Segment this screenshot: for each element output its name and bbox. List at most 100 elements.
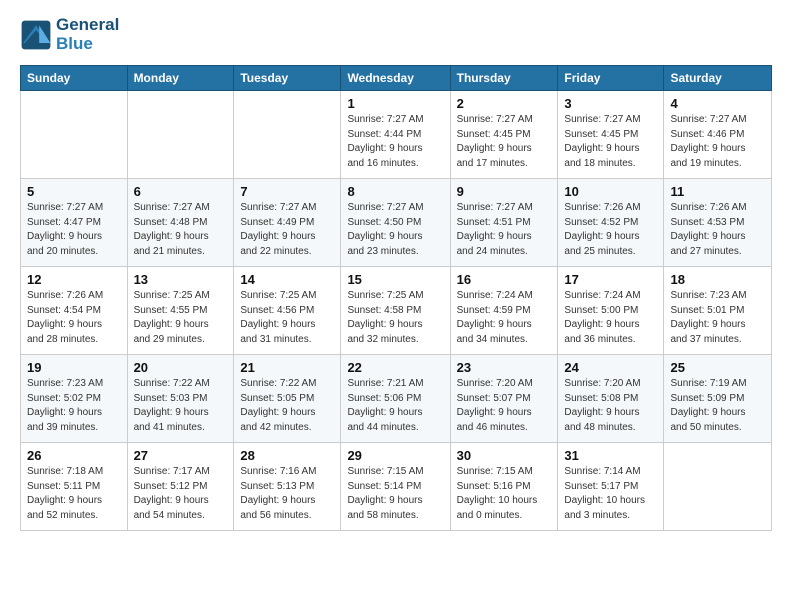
calendar-cell: 9 Sunrise: 7:27 AM Sunset: 4:51 PM Daylig… [450, 179, 558, 267]
calendar-cell: 26 Sunrise: 7:18 AM Sunset: 5:11 PM Dayli… [21, 443, 128, 531]
weekday-header: Tuesday [234, 66, 341, 91]
calendar-cell: 8 Sunrise: 7:27 AM Sunset: 4:50 PM Daylig… [341, 179, 450, 267]
calendar-cell: 2Sunrise: 7:27 AM Sunset: 4:45 PM Daylig… [450, 91, 558, 179]
day-number: 11 [670, 184, 765, 199]
calendar-cell: 16Sunrise: 7:24 AM Sunset: 4:59 PM Dayli… [450, 267, 558, 355]
calendar-cell: 3Sunrise: 7:27 AM Sunset: 4:45 PM Daylig… [558, 91, 664, 179]
day-number: 5 [27, 184, 121, 199]
calendar-cell: 6 Sunrise: 7:27 AM Sunset: 4:48 PM Daylig… [127, 179, 234, 267]
day-info: Sunrise: 7:24 AM Sunset: 5:00 PM Dayligh… [564, 289, 657, 347]
logo: General Blue [20, 16, 119, 53]
day-info: Sunrise: 7:26 AM Sunset: 4:52 PM Dayligh… [564, 201, 657, 259]
calendar-header: SundayMondayTuesdayWednesdayThursdayFrid… [21, 66, 772, 91]
calendar-cell: 13Sunrise: 7:25 AM Sunset: 4:55 PM Dayli… [127, 267, 234, 355]
calendar-cell: 27 Sunrise: 7:17 AM Sunset: 5:12 PM Dayli… [127, 443, 234, 531]
calendar-cell: 4 Sunrise: 7:27 AM Sunset: 4:46 PM Daylig… [664, 91, 772, 179]
calendar-week-row: 1Sunrise: 7:27 AM Sunset: 4:44 PM Daylig… [21, 91, 772, 179]
day-info: Sunrise: 7:19 AM Sunset: 5:09 PM Dayligh… [670, 377, 765, 435]
day-number: 2 [457, 96, 552, 111]
day-number: 21 [240, 360, 334, 375]
calendar-cell: 15Sunrise: 7:25 AM Sunset: 4:58 PM Dayli… [341, 267, 450, 355]
calendar-cell: 28Sunrise: 7:16 AM Sunset: 5:13 PM Dayli… [234, 443, 341, 531]
day-info: Sunrise: 7:23 AM Sunset: 5:02 PM Dayligh… [27, 377, 121, 435]
calendar-cell: 24 Sunrise: 7:20 AM Sunset: 5:08 PM Dayli… [558, 355, 664, 443]
calendar-cell: 22Sunrise: 7:21 AM Sunset: 5:06 PM Dayli… [341, 355, 450, 443]
day-info: Sunrise: 7:25 AM Sunset: 4:56 PM Dayligh… [240, 289, 334, 347]
calendar-cell [664, 443, 772, 531]
day-info: Sunrise: 7:27 AM Sunset: 4:51 PM Dayligh… [457, 201, 552, 259]
calendar-table: SundayMondayTuesdayWednesdayThursdayFrid… [20, 65, 772, 531]
day-number: 20 [134, 360, 228, 375]
day-info: Sunrise: 7:22 AM Sunset: 5:05 PM Dayligh… [240, 377, 334, 435]
calendar-cell: 14 Sunrise: 7:25 AM Sunset: 4:56 PM Dayli… [234, 267, 341, 355]
calendar-week-row: 19 Sunrise: 7:23 AM Sunset: 5:02 PM Dayli… [21, 355, 772, 443]
day-info: Sunrise: 7:14 AM Sunset: 5:17 PM Dayligh… [564, 465, 657, 523]
day-number: 31 [564, 448, 657, 463]
day-number: 10 [564, 184, 657, 199]
calendar-cell: 20 Sunrise: 7:22 AM Sunset: 5:03 PM Dayli… [127, 355, 234, 443]
calendar-week-row: 12 Sunrise: 7:26 AM Sunset: 4:54 PM Dayli… [21, 267, 772, 355]
calendar-cell: 10 Sunrise: 7:26 AM Sunset: 4:52 PM Dayli… [558, 179, 664, 267]
day-number: 8 [347, 184, 443, 199]
day-info: Sunrise: 7:26 AM Sunset: 4:54 PM Dayligh… [27, 289, 121, 347]
calendar-cell: 1Sunrise: 7:27 AM Sunset: 4:44 PM Daylig… [341, 91, 450, 179]
day-number: 18 [670, 272, 765, 287]
day-info: Sunrise: 7:17 AM Sunset: 5:12 PM Dayligh… [134, 465, 228, 523]
day-info: Sunrise: 7:20 AM Sunset: 5:08 PM Dayligh… [564, 377, 657, 435]
day-info: Sunrise: 7:27 AM Sunset: 4:46 PM Dayligh… [670, 113, 765, 171]
day-number: 25 [670, 360, 765, 375]
day-number: 6 [134, 184, 228, 199]
weekday-header: Sunday [21, 66, 128, 91]
weekday-header-row: SundayMondayTuesdayWednesdayThursdayFrid… [21, 66, 772, 91]
day-number: 3 [564, 96, 657, 111]
day-number: 15 [347, 272, 443, 287]
day-info: Sunrise: 7:15 AM Sunset: 5:14 PM Dayligh… [347, 465, 443, 523]
day-number: 9 [457, 184, 552, 199]
day-info: Sunrise: 7:18 AM Sunset: 5:11 PM Dayligh… [27, 465, 121, 523]
day-number: 22 [347, 360, 443, 375]
calendar-cell: 7 Sunrise: 7:27 AM Sunset: 4:49 PM Daylig… [234, 179, 341, 267]
logo-icon [20, 19, 52, 51]
calendar-cell [127, 91, 234, 179]
logo-text: General Blue [56, 16, 119, 53]
day-number: 23 [457, 360, 552, 375]
day-number: 14 [240, 272, 334, 287]
day-info: Sunrise: 7:27 AM Sunset: 4:48 PM Dayligh… [134, 201, 228, 259]
calendar-body: 1Sunrise: 7:27 AM Sunset: 4:44 PM Daylig… [21, 91, 772, 531]
day-info: Sunrise: 7:27 AM Sunset: 4:47 PM Dayligh… [27, 201, 121, 259]
calendar-cell: 11 Sunrise: 7:26 AM Sunset: 4:53 PM Dayli… [664, 179, 772, 267]
calendar-cell [234, 91, 341, 179]
day-number: 17 [564, 272, 657, 287]
weekday-header: Monday [127, 66, 234, 91]
page: General Blue SundayMondayTuesdayWednesda… [0, 0, 792, 547]
calendar-week-row: 26 Sunrise: 7:18 AM Sunset: 5:11 PM Dayli… [21, 443, 772, 531]
day-number: 19 [27, 360, 121, 375]
day-number: 30 [457, 448, 552, 463]
day-number: 27 [134, 448, 228, 463]
calendar-cell: 17 Sunrise: 7:24 AM Sunset: 5:00 PM Dayli… [558, 267, 664, 355]
day-info: Sunrise: 7:27 AM Sunset: 4:49 PM Dayligh… [240, 201, 334, 259]
day-info: Sunrise: 7:26 AM Sunset: 4:53 PM Dayligh… [670, 201, 765, 259]
weekday-header: Saturday [664, 66, 772, 91]
day-info: Sunrise: 7:27 AM Sunset: 4:44 PM Dayligh… [347, 113, 443, 171]
calendar-week-row: 5 Sunrise: 7:27 AM Sunset: 4:47 PM Daylig… [21, 179, 772, 267]
day-info: Sunrise: 7:27 AM Sunset: 4:50 PM Dayligh… [347, 201, 443, 259]
day-number: 29 [347, 448, 443, 463]
day-info: Sunrise: 7:22 AM Sunset: 5:03 PM Dayligh… [134, 377, 228, 435]
calendar-cell: 19 Sunrise: 7:23 AM Sunset: 5:02 PM Dayli… [21, 355, 128, 443]
day-number: 26 [27, 448, 121, 463]
calendar-cell: 23Sunrise: 7:20 AM Sunset: 5:07 PM Dayli… [450, 355, 558, 443]
weekday-header: Thursday [450, 66, 558, 91]
calendar-cell: 30 Sunrise: 7:15 AM Sunset: 5:16 PM Dayli… [450, 443, 558, 531]
day-info: Sunrise: 7:23 AM Sunset: 5:01 PM Dayligh… [670, 289, 765, 347]
calendar-cell: 21 Sunrise: 7:22 AM Sunset: 5:05 PM Dayli… [234, 355, 341, 443]
header: General Blue [20, 16, 772, 53]
day-number: 12 [27, 272, 121, 287]
day-info: Sunrise: 7:15 AM Sunset: 5:16 PM Dayligh… [457, 465, 552, 523]
day-number: 7 [240, 184, 334, 199]
day-number: 4 [670, 96, 765, 111]
day-number: 24 [564, 360, 657, 375]
weekday-header: Friday [558, 66, 664, 91]
day-info: Sunrise: 7:16 AM Sunset: 5:13 PM Dayligh… [240, 465, 334, 523]
day-number: 13 [134, 272, 228, 287]
